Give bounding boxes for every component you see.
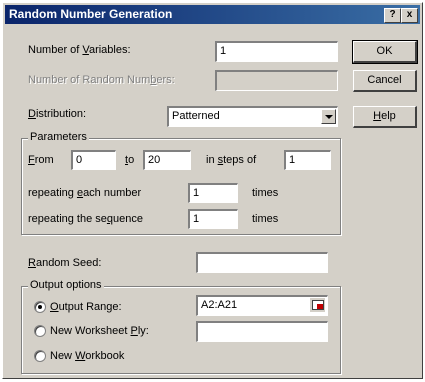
random-seed-label: Random Seed: bbox=[28, 257, 102, 269]
from-input[interactable]: 0 bbox=[71, 150, 116, 170]
num-variables-input[interactable]: 1 bbox=[215, 41, 338, 62]
output-range-input[interactable]: A2:A21 bbox=[196, 295, 328, 316]
new-worksheet-ply-label[interactable]: New Worksheet Ply: bbox=[50, 325, 149, 337]
close-titlebar-button[interactable]: x bbox=[401, 8, 418, 23]
repeat-each-label: repeating each number bbox=[28, 187, 142, 199]
distribution-value: Patterned bbox=[172, 110, 220, 122]
new-worksheet-ply-input[interactable] bbox=[196, 321, 328, 342]
repeat-sequence-unit: times bbox=[252, 213, 279, 225]
random-number-generation-dialog: Random Number Generation ? x Number of V… bbox=[2, 2, 423, 379]
num-random-label: Number of Random Numbers: bbox=[28, 74, 175, 86]
new-workbook-radio[interactable] bbox=[34, 350, 46, 362]
to-input[interactable]: 20 bbox=[143, 150, 191, 170]
output-range-radio[interactable] bbox=[34, 301, 46, 313]
title-bar: Random Number Generation ? x bbox=[5, 5, 420, 24]
new-workbook-label[interactable]: New Workbook bbox=[50, 350, 124, 362]
help-titlebar-button[interactable]: ? bbox=[384, 8, 401, 23]
distribution-select[interactable]: Patterned bbox=[167, 106, 338, 127]
output-range-label[interactable]: Output Range: bbox=[50, 301, 122, 313]
question-icon: ? bbox=[389, 9, 396, 20]
cancel-button[interactable]: Cancel bbox=[353, 70, 417, 92]
repeat-each-unit: times bbox=[252, 187, 279, 199]
repeat-sequence-input[interactable]: 1 bbox=[188, 209, 238, 229]
repeat-each-input[interactable]: 1 bbox=[188, 183, 238, 203]
close-icon: x bbox=[406, 9, 413, 20]
steps-label: in steps of bbox=[206, 154, 257, 166]
output-range-value: A2:A21 bbox=[201, 299, 238, 311]
parameters-legend: Parameters bbox=[28, 131, 89, 143]
dialog-title: Random Number Generation bbox=[9, 7, 173, 21]
steps-input[interactable]: 1 bbox=[284, 150, 331, 170]
num-variables-label: Number of Variables: bbox=[28, 44, 131, 56]
collapse-dialog-icon[interactable] bbox=[310, 298, 325, 312]
to-label: to bbox=[125, 154, 135, 166]
from-label: From bbox=[28, 154, 54, 166]
distribution-label: Distribution: bbox=[28, 108, 87, 120]
repeat-sequence-label: repeating the sequence bbox=[28, 213, 143, 225]
output-options-legend: Output options bbox=[28, 279, 104, 291]
help-button[interactable]: Help bbox=[353, 106, 417, 128]
num-random-input bbox=[215, 70, 338, 91]
chevron-down-icon[interactable] bbox=[321, 109, 336, 124]
ok-button[interactable]: OK bbox=[352, 40, 418, 64]
random-seed-input[interactable] bbox=[196, 252, 328, 273]
new-worksheet-ply-radio[interactable] bbox=[34, 325, 46, 337]
